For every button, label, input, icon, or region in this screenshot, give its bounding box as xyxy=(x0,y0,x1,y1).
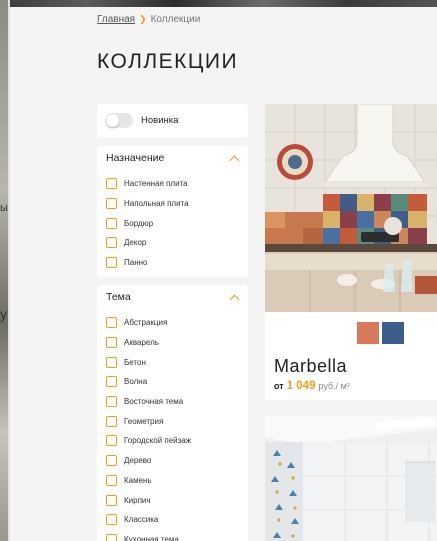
kitchen-interior-image xyxy=(265,104,437,312)
chevron-up-icon[interactable] xyxy=(229,294,240,304)
checkbox[interactable] xyxy=(106,494,117,506)
purpose-option-label[interactable]: Панно xyxy=(124,258,147,267)
checkbox[interactable] xyxy=(106,257,117,269)
new-toggle[interactable] xyxy=(105,113,133,128)
checkbox[interactable] xyxy=(106,435,117,447)
checkbox[interactable] xyxy=(106,198,117,210)
theme-option[interactable]: Бетон xyxy=(106,352,248,372)
filter-new-panel: Новинка xyxy=(97,104,248,137)
product-price: от 1 049 руб./ м² xyxy=(274,380,350,392)
price-unit: руб./ м² xyxy=(318,381,350,391)
theme-option[interactable]: Кухонная тема xyxy=(106,530,248,541)
theme-option[interactable]: Акварель xyxy=(106,333,248,353)
page-edge xyxy=(8,0,10,541)
checkbox[interactable] xyxy=(106,474,117,486)
theme-option-label[interactable]: Волна xyxy=(124,377,147,386)
filter-theme-header[interactable]: Тема xyxy=(97,285,248,309)
theme-option-label[interactable]: Бетон xyxy=(124,358,146,367)
filter-purpose-title: Назначение xyxy=(106,152,165,164)
product-photo-bathroom[interactable] xyxy=(265,416,437,541)
theme-option[interactable]: Дерево xyxy=(106,451,248,471)
theme-option-label[interactable]: Геометрия xyxy=(124,417,163,426)
theme-option[interactable]: Кирпич xyxy=(106,490,248,510)
color-swatches xyxy=(357,322,404,344)
theme-option[interactable]: Восточная тема xyxy=(106,392,248,412)
background-text-fragment: ы xyxy=(0,202,8,214)
product-photo-kitchen[interactable] xyxy=(265,104,437,312)
theme-option-label[interactable]: Городской пейзаж xyxy=(124,436,191,445)
theme-option-label[interactable]: Абстракция xyxy=(124,318,167,327)
purpose-option[interactable]: Декор xyxy=(106,233,248,253)
checkbox[interactable] xyxy=(106,317,117,329)
checkbox[interactable] xyxy=(106,337,117,349)
theme-option-label[interactable]: Камень xyxy=(124,476,152,485)
filter-purpose-panel: Назначение Настенная плита Напольная плит… xyxy=(97,146,248,277)
checkbox[interactable] xyxy=(106,514,117,526)
checkbox[interactable] xyxy=(106,396,117,408)
swatch-terracotta[interactable] xyxy=(357,322,379,344)
checkbox[interactable] xyxy=(106,356,117,368)
checkbox[interactable] xyxy=(106,217,117,229)
page-title: КОЛЛЕКЦИИ xyxy=(97,50,239,73)
filter-theme-title: Тема xyxy=(106,291,131,303)
breadcrumb-home-link[interactable]: Главная xyxy=(97,14,135,25)
new-toggle-label[interactable]: Новинка xyxy=(141,115,178,126)
purpose-option-label[interactable]: Бордюр xyxy=(124,219,153,228)
checkbox[interactable] xyxy=(106,415,117,427)
theme-option-label[interactable]: Кирпич xyxy=(124,496,151,505)
product-card[interactable] xyxy=(265,416,437,541)
theme-option-label[interactable]: Восточная тема xyxy=(124,397,183,406)
theme-option[interactable]: Геометрия xyxy=(106,411,248,431)
filter-theme-list: Абстракция Акварель Бетон Волна Восточная те… xyxy=(97,309,248,541)
purpose-option[interactable]: Бордюр xyxy=(106,213,248,233)
breadcrumb: Главная ❯ Коллекции xyxy=(97,14,200,25)
checkbox[interactable] xyxy=(106,376,117,388)
product-name[interactable]: Marbella xyxy=(274,356,347,377)
theme-option[interactable]: Волна xyxy=(106,372,248,392)
checkbox[interactable] xyxy=(106,237,117,249)
purpose-option[interactable]: Напольная плита xyxy=(106,194,248,214)
bathroom-interior-image xyxy=(265,416,437,541)
purpose-option[interactable]: Настенная плита xyxy=(106,174,248,194)
swatch-blue[interactable] xyxy=(382,322,404,344)
filter-purpose-list: Настенная плита Напольная плита Бордюр Деко… xyxy=(97,170,248,272)
theme-option-label[interactable]: Классика xyxy=(124,515,158,524)
theme-option[interactable]: Камень xyxy=(106,471,248,491)
background-text-fragment: у xyxy=(0,306,7,322)
price-from-label: от xyxy=(274,381,284,391)
theme-option-label[interactable]: Акварель xyxy=(124,338,159,347)
purpose-option-label[interactable]: Декор xyxy=(124,238,146,247)
filter-theme-panel: Тема Абстракция Акварель Бетон Волна Восточн… xyxy=(97,285,248,541)
theme-option-label[interactable]: Дерево xyxy=(124,456,151,465)
background-image-top xyxy=(0,0,437,7)
theme-option[interactable]: Классика xyxy=(106,510,248,530)
purpose-option-label[interactable]: Настенная плита xyxy=(124,179,188,188)
filter-purpose-header[interactable]: Назначение xyxy=(97,146,248,170)
theme-option[interactable]: Городской пейзаж xyxy=(106,431,248,451)
checkbox[interactable] xyxy=(106,533,117,541)
theme-option-label[interactable]: Кухонная тема xyxy=(124,535,179,541)
purpose-option-label[interactable]: Напольная плита xyxy=(124,199,189,208)
chevron-up-icon[interactable] xyxy=(229,155,240,165)
checkbox[interactable] xyxy=(106,178,117,190)
breadcrumb-current: Коллекции xyxy=(150,14,201,25)
theme-option[interactable]: Абстракция xyxy=(106,313,248,333)
background-image-left xyxy=(0,0,8,541)
purpose-option[interactable]: Панно xyxy=(106,253,248,273)
checkbox[interactable] xyxy=(106,455,117,467)
chevron-right-icon: ❯ xyxy=(139,14,147,24)
price-value: 1 049 xyxy=(286,380,316,392)
product-card[interactable]: Marbella от 1 049 руб./ м² xyxy=(265,104,437,400)
